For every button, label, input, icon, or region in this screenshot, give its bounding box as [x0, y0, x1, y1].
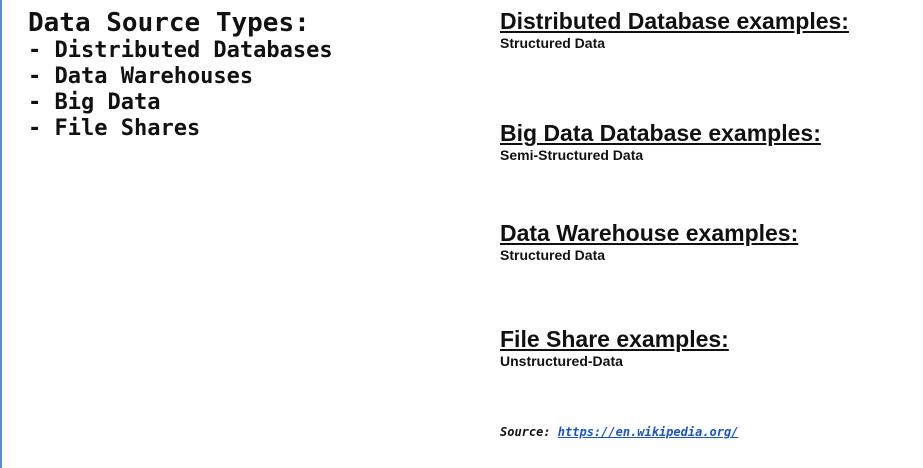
list-item-file-shares: - File Shares — [28, 116, 201, 141]
section-heading: Distributed Database examples: — [500, 8, 849, 34]
page-title: Data Source Types: — [28, 8, 310, 38]
list-item-big-data: - Big Data — [28, 90, 161, 115]
source-label: Source: — [500, 425, 558, 439]
source-link[interactable]: https://en.wikipedia.org/ — [558, 425, 739, 439]
big-data-database-examples: Big Data Database examples: Semi-Structu… — [500, 120, 915, 164]
data-warehouse-examples: Data Warehouse examples: Structured Data — [500, 220, 915, 264]
section-heading: Big Data Database examples: — [500, 120, 821, 146]
source-citation: Source: https://en.wikipedia.org/ — [500, 425, 738, 439]
source-type-list: - Distributed Databases - Data Warehouse… — [28, 38, 333, 142]
section-heading: File Share examples: — [500, 326, 729, 352]
section-heading: Data Warehouse examples: — [500, 220, 799, 246]
section-subtitle: Structured Data — [500, 247, 606, 263]
section-subtitle: Structured Data — [500, 35, 606, 51]
slide-left-border — [0, 0, 2, 468]
data-source-types-panel: Data Source Types: - Distributed Databas… — [28, 8, 333, 142]
section-subtitle: Semi-Structured Data — [500, 147, 644, 163]
distributed-database-examples: Distributed Database examples: Structure… — [500, 8, 915, 52]
file-share-examples: File Share examples: Unstructured-Data — [500, 326, 915, 370]
list-item-distributed-databases: - Distributed Databases — [28, 38, 333, 63]
section-subtitle: Unstructured-Data — [500, 353, 623, 369]
list-item-data-warehouses: - Data Warehouses — [28, 64, 254, 89]
